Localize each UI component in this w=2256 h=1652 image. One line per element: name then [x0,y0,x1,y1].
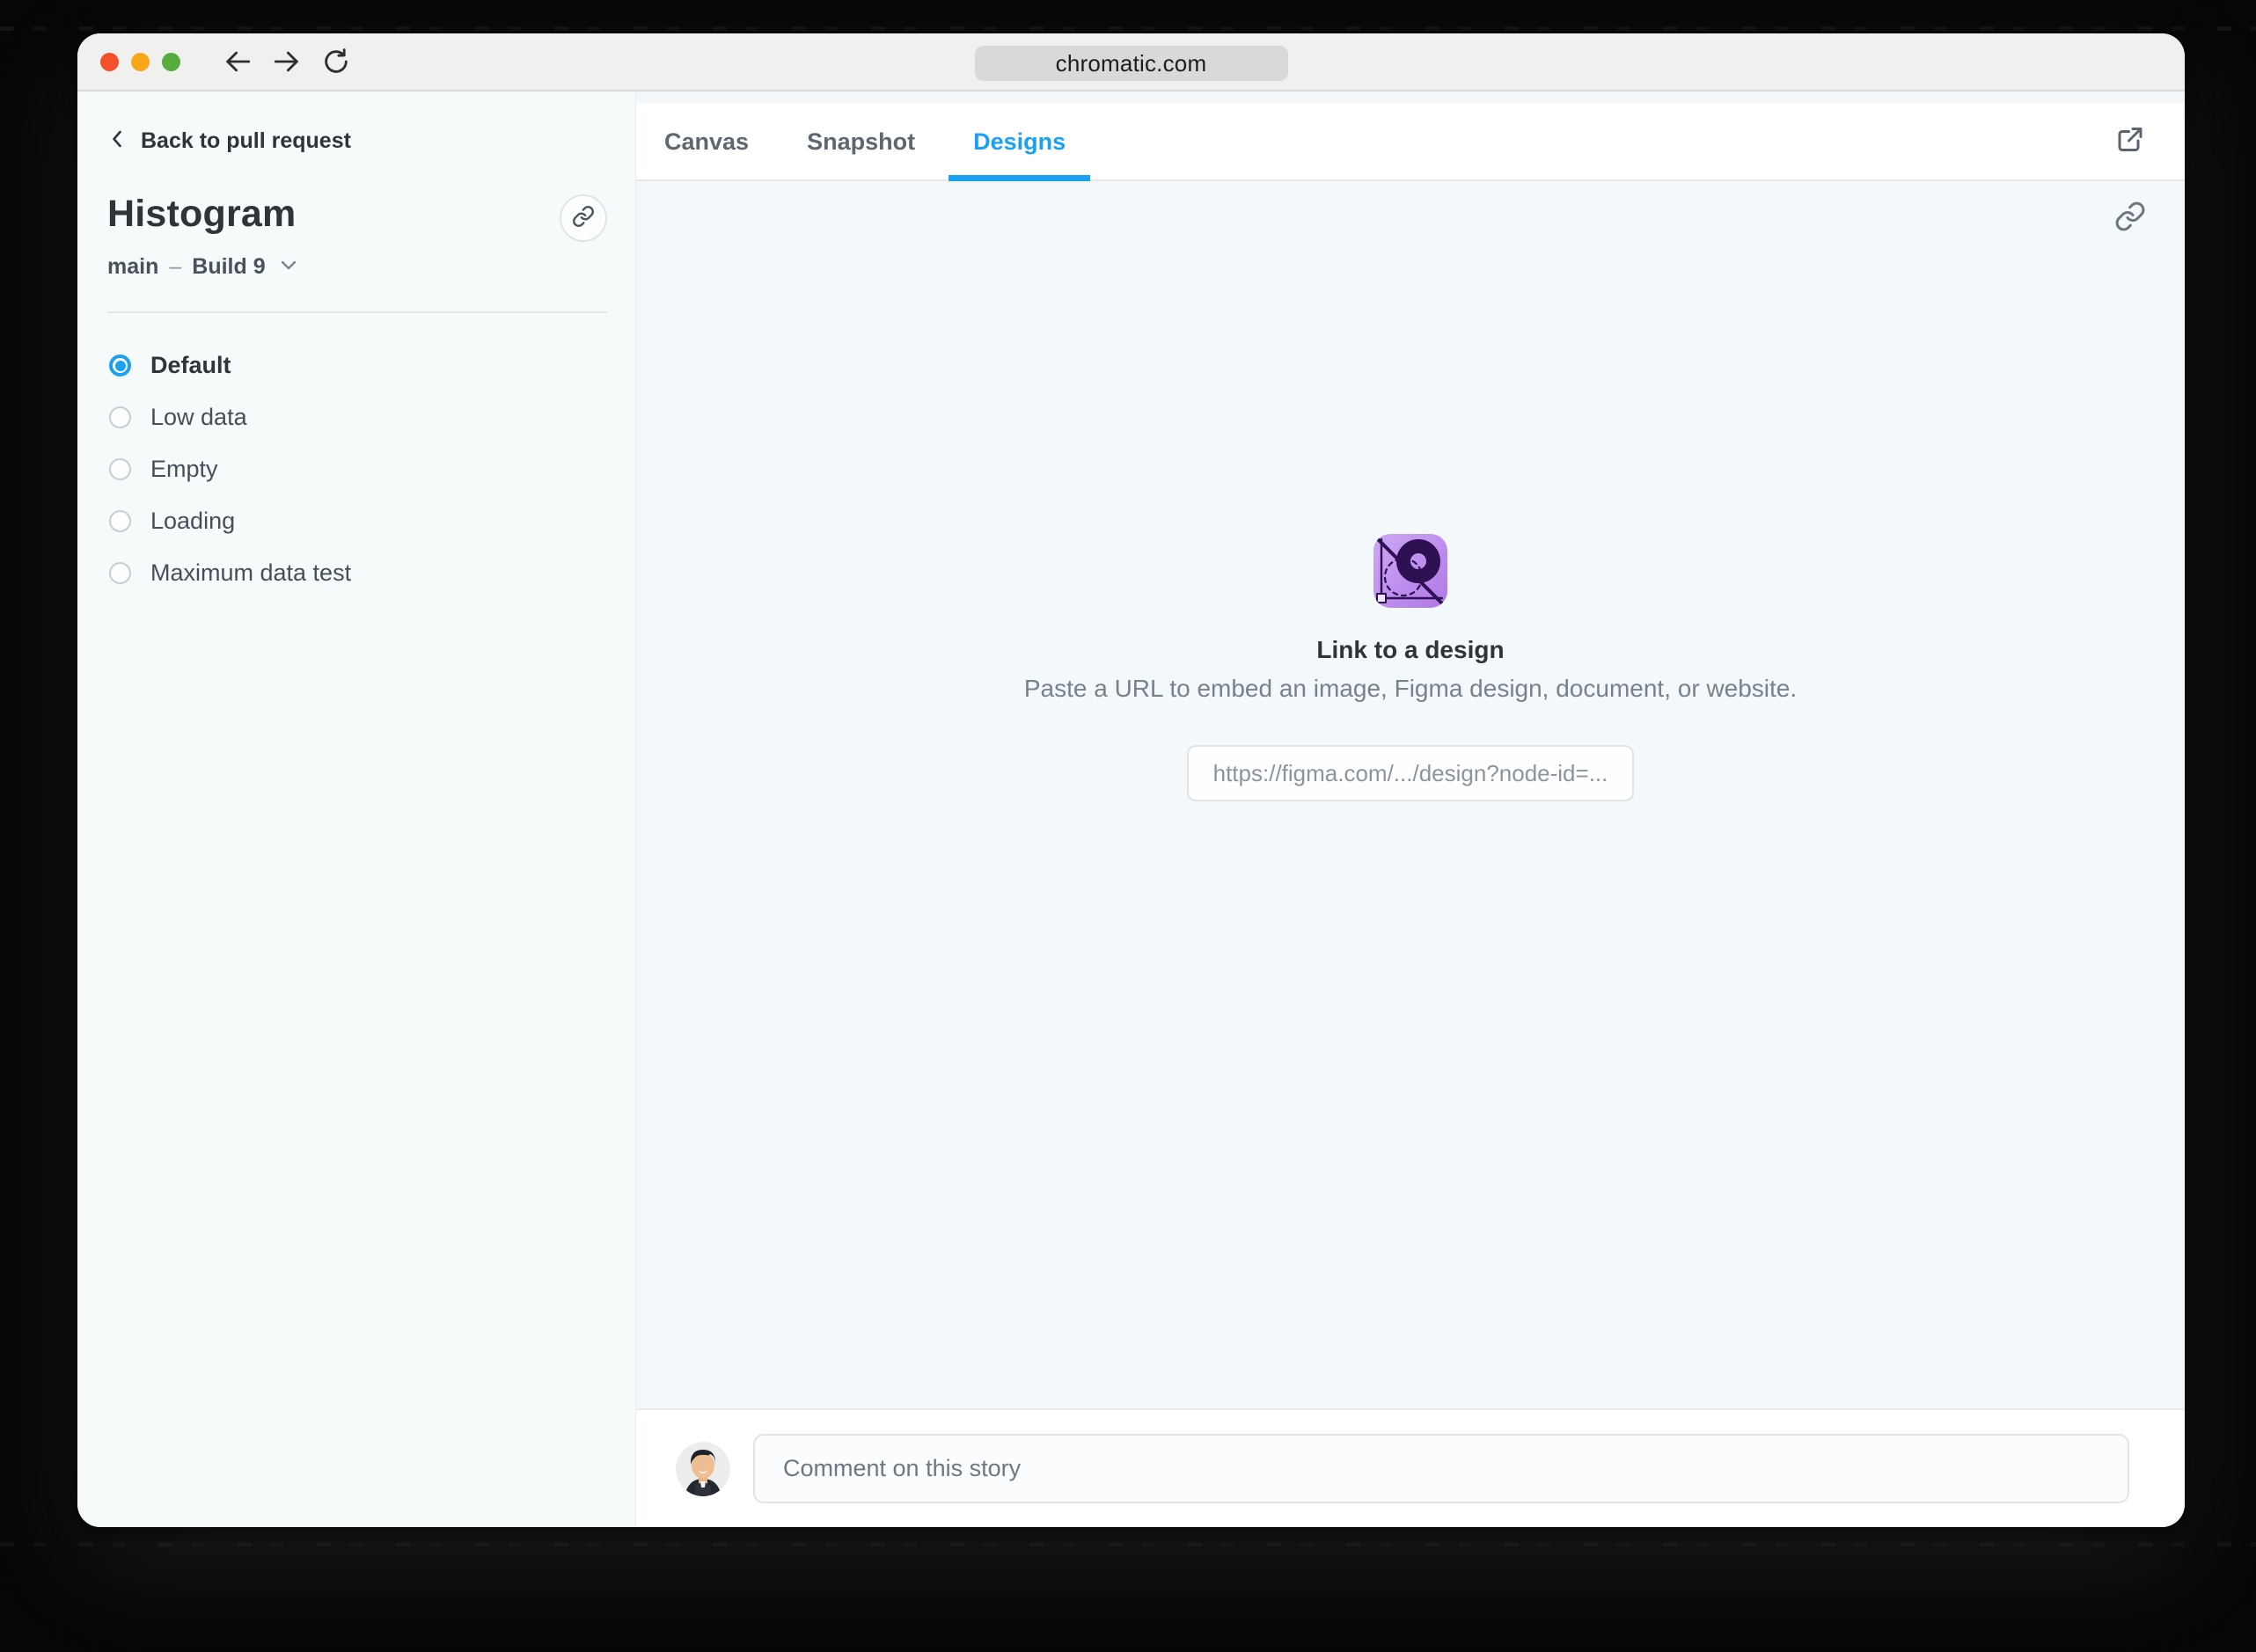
avatar [676,1441,730,1496]
radio-icon [109,458,131,480]
back-link-label: Back to pull request [141,128,351,153]
address-bar[interactable]: chromatic.com [974,46,1288,81]
sidebar: Back to pull request Histogram main – Bu… [77,91,635,1527]
page-title: Histogram [107,193,297,235]
back-to-pull-request-link[interactable]: Back to pull request [107,128,607,154]
tab-designs[interactable]: Designs [949,104,1091,181]
build-number: Build 9 [192,254,266,279]
close-window-button[interactable] [100,52,119,71]
chevron-down-icon [276,254,299,280]
designs-panel: Link to a design Paste a URL to embed an… [636,181,2185,1408]
story-variant-list: Default Low data Empty Loading Maximum d… [107,340,607,599]
radio-icon [109,355,131,376]
minimize-window-button[interactable] [131,52,150,71]
tab-bar: Canvas Snapshot Designs [636,104,2185,181]
forward-arrow-icon[interactable] [272,47,302,77]
story-variant-maximum-data-test[interactable]: Maximum data test [107,547,607,599]
story-variant-label: Default [150,352,231,378]
story-header: Histogram [107,193,607,242]
link-icon [2114,201,2146,236]
empty-state-description: Paste a URL to embed an image, Figma des… [1023,675,1798,702]
branch-build-separator: – [169,254,182,279]
radio-icon [109,562,131,584]
comment-bar [636,1408,2185,1527]
browser-window: chromatic.com Back to pull request Histo… [77,33,2185,1527]
story-variant-label: Empty [150,456,218,482]
tab-canvas[interactable]: Canvas [640,104,773,179]
build-selector[interactable]: main – Build 9 [107,254,607,280]
browser-chrome: chromatic.com [77,33,2185,91]
story-variant-loading[interactable]: Loading [107,495,607,547]
radio-icon [109,406,131,428]
story-variant-label: Low data [150,404,247,430]
link-design-empty-state: Link to a design Paste a URL to embed an… [1014,534,1806,801]
address-url: chromatic.com [1055,49,1207,77]
story-variant-low-data[interactable]: Low data [107,391,607,443]
empty-state-heading: Link to a design [1316,636,1505,663]
story-variant-label: Maximum data test [150,559,352,586]
external-link-icon [2114,128,2146,159]
zoom-window-button[interactable] [162,52,180,71]
story-variant-empty[interactable]: Empty [107,443,607,495]
app-body: Back to pull request Histogram main – Bu… [77,91,2185,1527]
back-arrow-icon[interactable] [223,47,253,77]
tabbar-spacer [636,91,2185,104]
design-url-input[interactable] [1187,745,1634,801]
comment-input[interactable] [753,1434,2129,1503]
design-permalink-button[interactable] [2114,201,2146,237]
scan-noise [0,1542,2256,1546]
browser-nav [223,47,351,77]
open-in-new-tab-button[interactable] [2114,124,2146,160]
story-permalink-button[interactable] [560,194,607,242]
sidebar-divider [107,311,607,313]
branch-name: main [107,254,159,279]
tab-label: Snapshot [807,128,916,155]
tab-snapshot[interactable]: Snapshot [782,104,940,179]
reload-icon[interactable] [321,47,351,77]
tab-label: Designs [973,128,1066,155]
tab-label: Canvas [664,128,750,155]
content-area: Canvas Snapshot Designs Link to a design… [635,91,2185,1527]
design-tool-icon [1373,534,1447,608]
link-icon [572,205,595,232]
scan-noise [0,26,2256,31]
story-variant-default[interactable]: Default [107,340,607,391]
story-variant-label: Loading [150,508,236,534]
window-controls [100,52,180,71]
chevron-left-icon [107,128,128,154]
radio-icon [109,510,131,532]
